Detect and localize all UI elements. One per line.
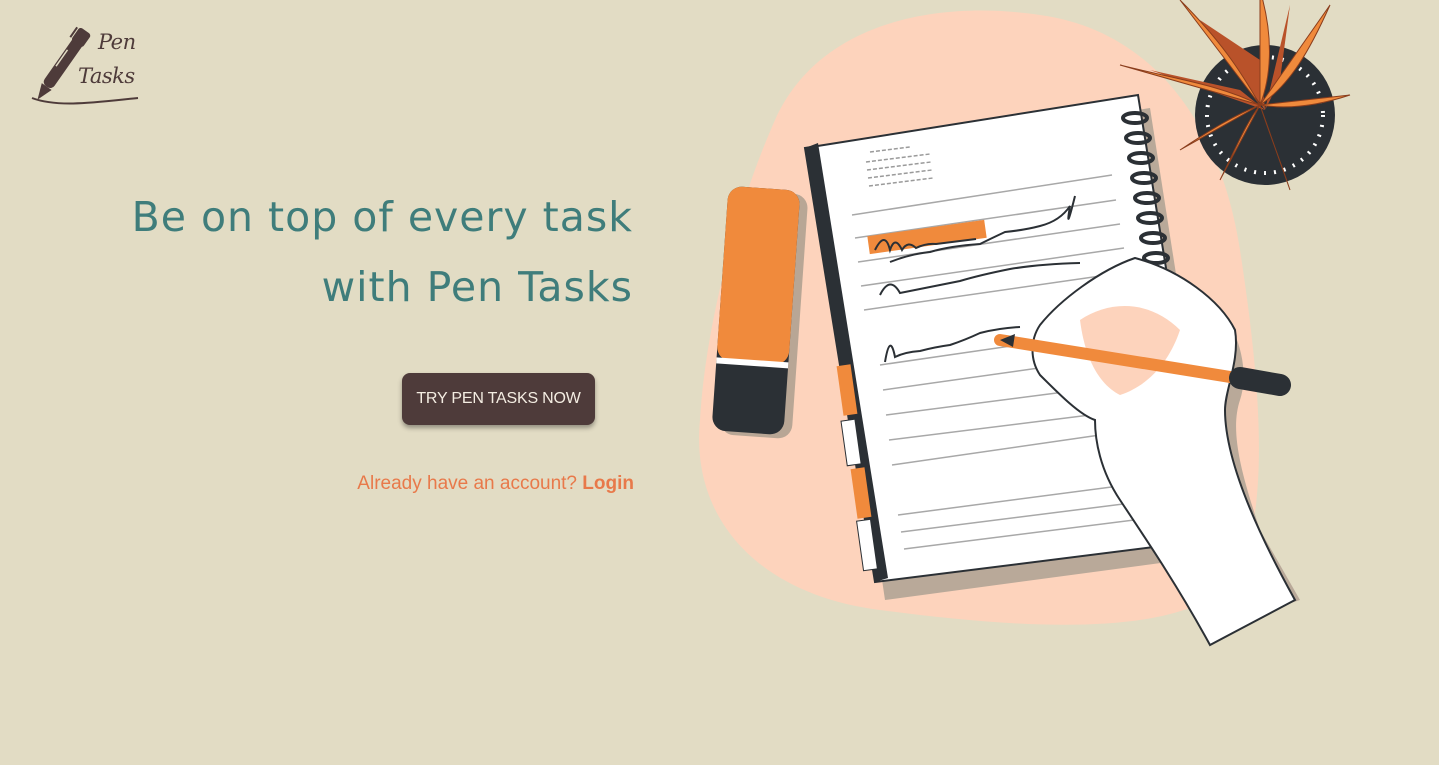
highlighter-icon bbox=[712, 186, 808, 439]
headline-line-2: with Pen Tasks bbox=[321, 263, 633, 311]
login-link[interactable]: Login bbox=[582, 473, 634, 494]
try-pen-tasks-button[interactable]: TRY PEN TASKS NOW bbox=[402, 373, 595, 425]
logo-text-tasks: Tasks bbox=[78, 64, 135, 88]
hero-headline: Be on top of every task with Pen Tasks bbox=[33, 182, 633, 322]
brand-logo[interactable]: Pen Tasks bbox=[28, 20, 143, 110]
login-prompt-text: Already have an account? bbox=[357, 473, 578, 494]
headline-line-1: Be on top of every task bbox=[131, 193, 633, 241]
hand-writing-in-notebook-illustration bbox=[680, 0, 1439, 760]
login-prompt: Already have an account? Login bbox=[357, 473, 634, 495]
logo-text-pen: Pen bbox=[98, 30, 136, 54]
